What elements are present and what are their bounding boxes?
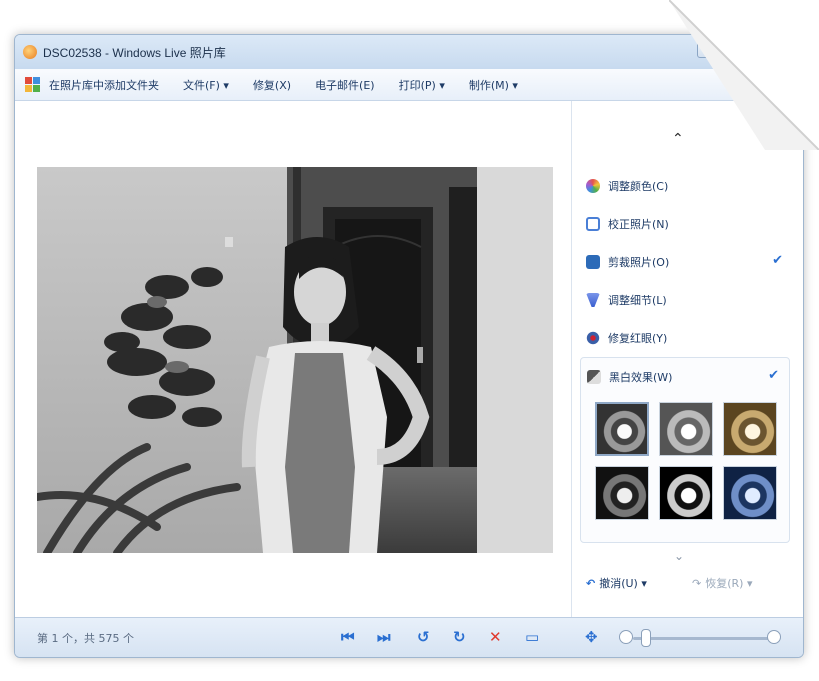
rotate-left-icon[interactable]: ↺ (417, 628, 430, 646)
bw-thumb-cyanotype[interactable] (723, 466, 777, 520)
fix-panel: × ⌃ 调整颜色(C) 校正照片(N) 剪裁照片(O) ✔ 调整细节(L) 修复… (571, 101, 803, 617)
rotate-right-icon[interactable]: ↻ (453, 628, 466, 646)
crop-photo-item[interactable]: 剪裁照片(O) (586, 251, 669, 273)
crop-applied-check-icon: ✔ (772, 253, 783, 268)
status-bar: 第 1 个，共 575 个 ⏮ ⏭ ↺ ↻ ✕ ▭ ✥ (15, 617, 803, 657)
zoom-out-icon[interactable] (619, 630, 633, 644)
main-content: × ⌃ 调整颜色(C) 校正照片(N) 剪裁照片(O) ✔ 调整细节(L) 修复… (15, 101, 803, 617)
slideshow-icon[interactable]: ▭ (525, 628, 539, 646)
straighten-photo-label: 校正照片(N) (608, 218, 669, 231)
zoom-slider-handle[interactable] (641, 629, 651, 647)
crop-photo-label: 剪裁照片(O) (608, 256, 670, 269)
adjust-color-item[interactable]: 调整颜色(C) (586, 175, 668, 197)
bw-effects-panel: 黑白效果(W) ✔ (580, 357, 790, 543)
chevron-up-icon[interactable]: ⌃ (672, 131, 684, 147)
next-icon[interactable]: ⏭ (377, 628, 391, 646)
undo-label: 撤消(U) ▾ (599, 577, 647, 590)
redo-label: 恢复(R) ▾ (705, 577, 753, 590)
window-title: DSC02538 - Windows Live 照片库 (43, 45, 226, 60)
minimize-button[interactable] (697, 40, 741, 58)
color-icon (586, 179, 600, 193)
zoom-slider-track[interactable] (633, 637, 773, 640)
detail-icon (586, 293, 600, 307)
fix-redeye-label: 修复红眼(Y) (608, 332, 668, 345)
redeye-icon (586, 331, 600, 345)
bw-thumb-sepia[interactable] (723, 402, 777, 456)
bw-thumb-contrast[interactable] (659, 466, 713, 520)
photo-counter: 第 1 个，共 575 个 (37, 632, 134, 645)
bw-effects-item[interactable]: 黑白效果(W) (587, 366, 672, 388)
photo-viewer (15, 101, 571, 617)
title-bar: DSC02538 - Windows Live 照片库 (15, 35, 803, 69)
straighten-photo-item[interactable]: 校正照片(N) (586, 213, 669, 235)
photo-gallery-icon (23, 45, 37, 59)
help-icon[interactable] (747, 77, 763, 93)
fix-redeye-item[interactable]: 修复红眼(Y) (586, 327, 667, 349)
menu-print[interactable]: 打印(P) ▾ (387, 77, 457, 93)
actual-size-icon[interactable]: ✥ (585, 628, 598, 646)
bw-effects-label: 黑白效果(W) (609, 371, 673, 384)
photo-image (37, 167, 553, 553)
straighten-icon (586, 217, 600, 231)
undo-icon: ↶ (586, 576, 596, 590)
menu-add-to-gallery-label: 在照片库中添加文件夹 (49, 78, 159, 92)
bw-thumb-light[interactable] (659, 402, 713, 456)
adjust-detail-item[interactable]: 调整细节(L) (586, 289, 667, 311)
screenshot-stage: DSC02538 - Windows Live 照片库 在照片库中添加文件夹 文… (0, 0, 819, 681)
zoom-in-icon[interactable] (767, 630, 781, 644)
bw-effects-icon (587, 370, 601, 384)
photo-gallery-window: DSC02538 - Windows Live 照片库 在照片库中添加文件夹 文… (14, 34, 804, 658)
crop-icon (586, 255, 600, 269)
menu-make[interactable]: 制作(M) ▾ (457, 77, 530, 93)
redo-icon: ↷ (692, 576, 702, 590)
menu-fix[interactable]: 修复(X) (241, 77, 303, 93)
close-panel-icon[interactable]: × (776, 109, 787, 124)
previous-icon[interactable]: ⏮ (341, 628, 355, 646)
delete-icon[interactable]: ✕ (489, 628, 502, 646)
redo-button[interactable]: ↷ 恢复(R) ▾ (692, 575, 752, 591)
bw-thumb-dark[interactable] (595, 466, 649, 520)
menu-add-to-gallery[interactable]: 在照片库中添加文件夹 (25, 76, 171, 93)
adjust-color-label: 调整颜色(C) (608, 180, 669, 193)
bw-applied-check-icon: ✔ (768, 368, 779, 383)
adjust-detail-label: 调整细节(L) (608, 294, 667, 307)
menu-file[interactable]: 文件(F) ▾ (171, 77, 241, 93)
add-folder-icon (25, 76, 43, 93)
menu-bar: 在照片库中添加文件夹 文件(F) ▾ 修复(X) 电子邮件(E) 打印(P) ▾… (15, 69, 803, 101)
grayscale-photo (37, 167, 553, 553)
chevron-down-icon[interactable]: ⌄ (674, 549, 684, 563)
undo-button[interactable]: ↶ 撤消(U) ▾ (586, 575, 647, 591)
bw-thumb-grayscale[interactable] (595, 402, 649, 456)
menu-email[interactable]: 电子邮件(E) (303, 77, 387, 93)
